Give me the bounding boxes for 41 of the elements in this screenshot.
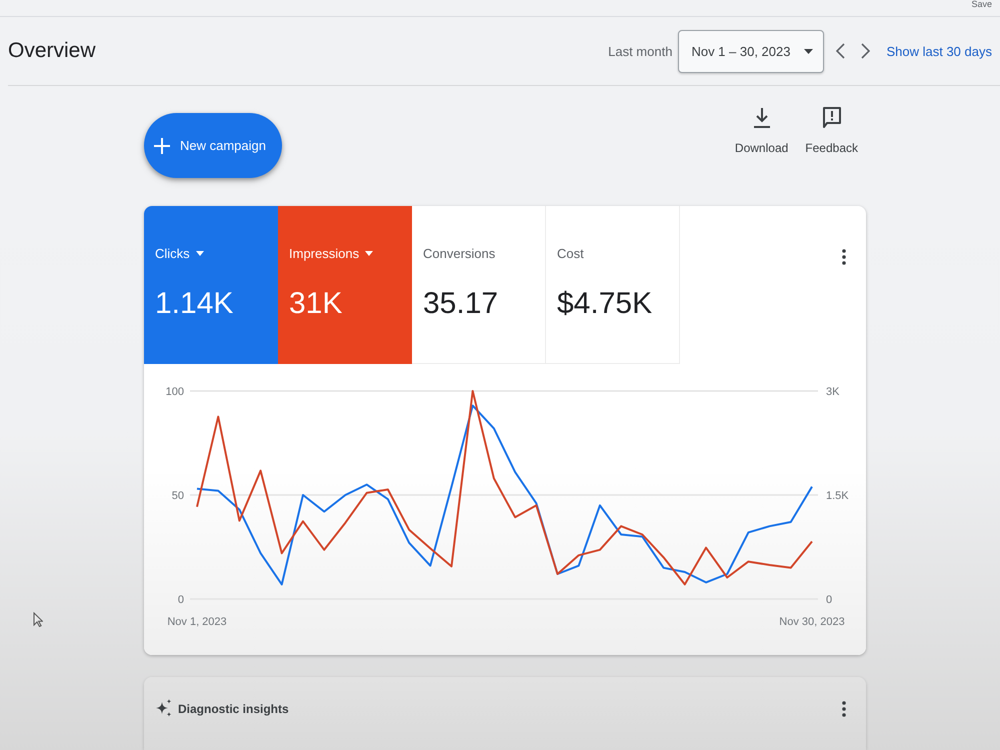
download-button[interactable]: Download [734,107,788,155]
metric-tile[interactable]: Clicks 1.14K [144,206,278,364]
show-last-30-days-link[interactable]: Show last 30 days [886,44,992,58]
y-axis-label: 0 [178,594,184,606]
metric-label: Clicks [155,246,190,260]
metric-tile[interactable]: Cost $4.75K [546,206,680,364]
feedback-button[interactable]: Feedback [805,107,858,155]
caret-icon [196,250,204,256]
y-axis-label: 0 [826,594,832,606]
download-icon [752,107,772,129]
x-axis-label: Nov 1, 2023 [167,616,227,628]
metric-value: $4.75K [557,286,654,322]
metric-tile[interactable]: Conversions 35.17 [412,206,546,364]
date-range-dropdown[interactable]: Nov 1 – 30, 2023 [678,30,824,72]
feedback-icon [822,107,842,129]
more-icon[interactable] [842,249,846,265]
y-axis-label: 100 [166,386,184,398]
range-label: Last month [608,44,672,58]
metric-value: 35.17 [423,286,500,322]
card-title: Diagnostic insights [178,702,290,716]
metric-value: 1.14K [155,286,234,322]
y-axis-label: 3K [826,386,840,398]
y-axis-label: 50 [172,490,184,502]
page-title: Overview [8,39,97,63]
metric-value: 31K [289,286,344,322]
metric-tile[interactable]: Impressions 31K [278,206,412,364]
caret-icon [365,250,374,256]
plus-icon [154,138,170,154]
metric-label: Conversions [423,246,496,260]
metric-label: Cost [557,246,584,260]
save-link[interactable]: Save [971,0,992,16]
chevron-left-icon[interactable] [836,43,846,59]
cursor-icon [33,612,43,627]
x-axis-label: Nov 30, 2023 [779,616,845,628]
more-icon[interactable] [842,701,846,717]
new-campaign-button[interactable]: New campaign [144,113,282,178]
metric-label: Impressions [289,246,360,260]
caret-icon [804,48,814,54]
chevron-right-icon[interactable] [861,43,870,59]
y-axis-label: 1.5K [826,490,849,502]
sparkle-icon [156,699,172,717]
